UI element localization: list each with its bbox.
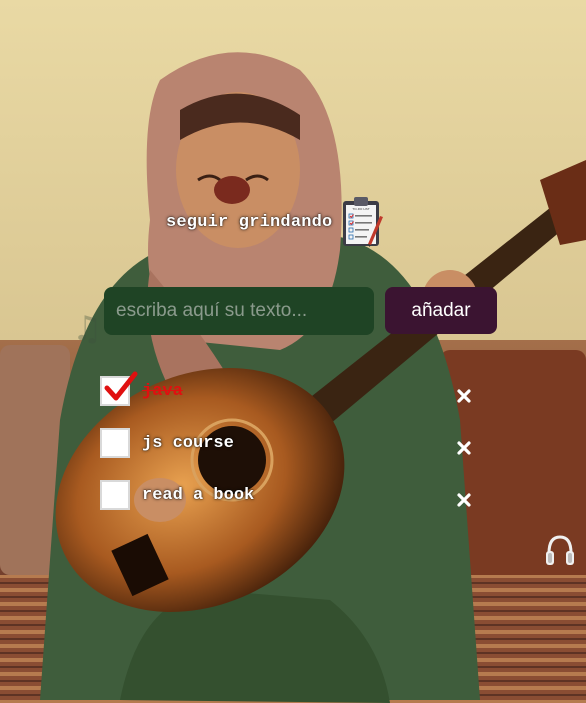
task-input[interactable] — [104, 287, 374, 335]
headphones-icon[interactable] — [545, 533, 575, 567]
task-checkbox[interactable] — [100, 376, 130, 406]
header: seguir grindando TO-DO LIST — [166, 196, 384, 248]
task-item: js course — [100, 428, 480, 462]
task-list: java js course read a book — [100, 371, 480, 514]
task-text: java — [142, 382, 183, 401]
close-x-icon[interactable] — [456, 492, 472, 508]
task-text: read a book — [142, 486, 255, 505]
clipboard-checklist-icon: TO-DO LIST — [343, 197, 384, 247]
close-x-icon[interactable] — [456, 440, 472, 456]
close-x-icon[interactable] — [456, 388, 472, 404]
background-illustration: ♫ — [0, 0, 586, 703]
svg-text:♫: ♫ — [72, 309, 102, 349]
clipboard-caption: TO-DO LIST — [352, 207, 370, 211]
task-text: js course — [142, 434, 234, 453]
task-item: java — [100, 371, 480, 410]
task-checkbox[interactable] — [100, 480, 130, 510]
add-button[interactable]: añadar — [385, 287, 497, 334]
task-item: read a book — [100, 480, 480, 514]
task-checkbox[interactable] — [100, 428, 130, 458]
app-title: seguir grindando — [166, 212, 333, 232]
